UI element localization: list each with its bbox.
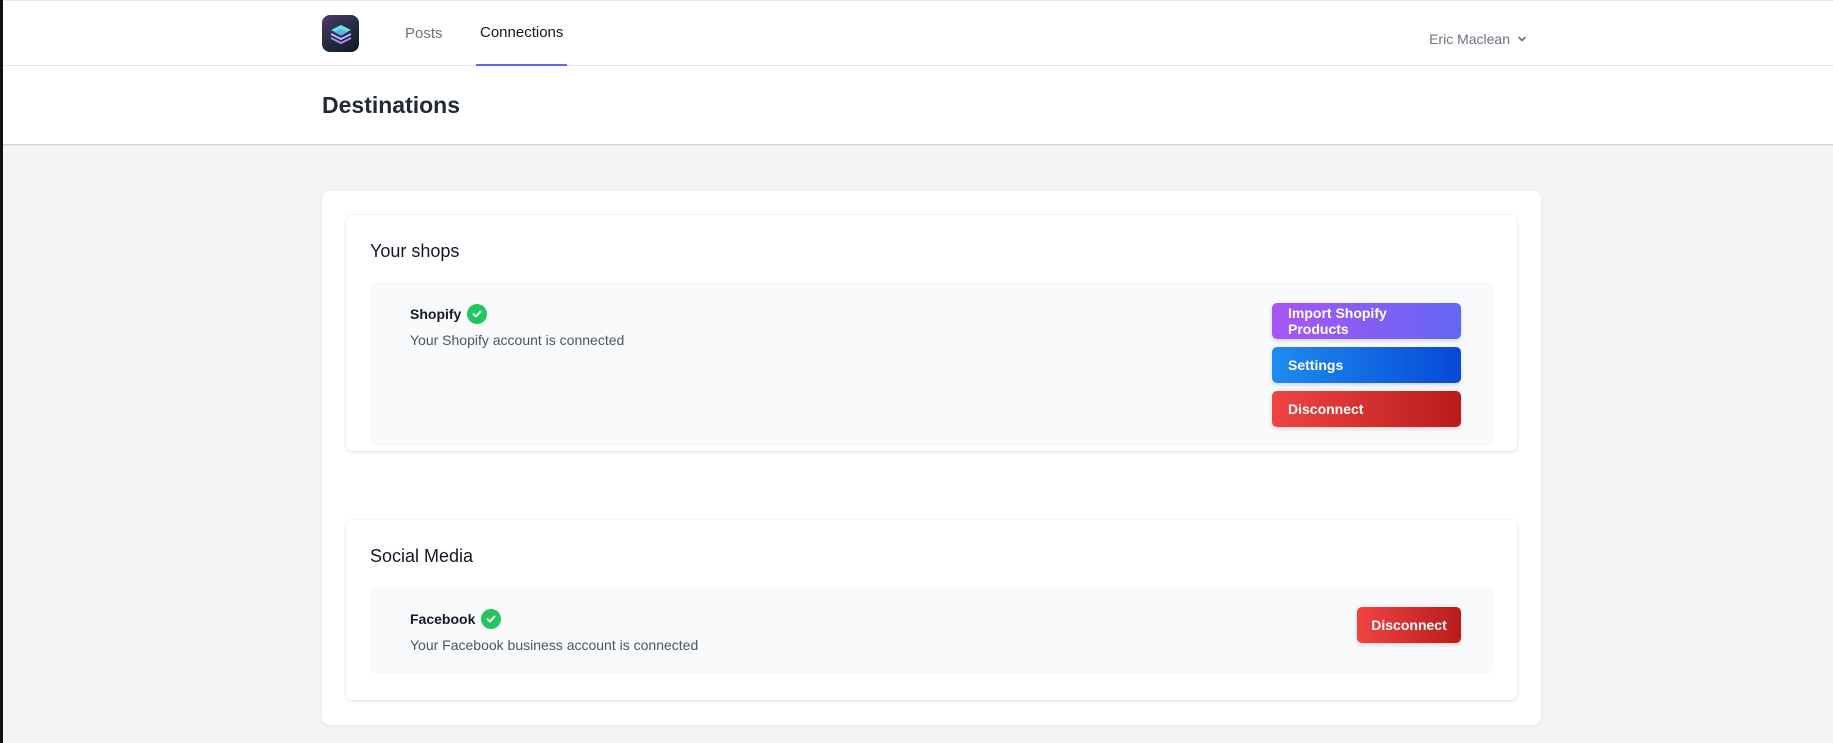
check-circle-icon [467, 304, 488, 324]
top-navigation: Posts Connections Eric Maclean [3, 0, 1833, 66]
tab-posts-label: Posts [405, 25, 443, 42]
page-title: Destinations [322, 92, 461, 118]
shopify-connection-row: Shopify Your Shopify account is connecte… [370, 282, 1493, 446]
user-name: Eric Maclean [1429, 31, 1510, 47]
shopify-name-label: Shopify [410, 306, 462, 322]
tab-posts[interactable]: Posts [401, 1, 447, 66]
import-shopify-products-button[interactable]: Import Shopify Products [1272, 303, 1461, 339]
shops-section-title: Your shops [370, 241, 460, 261]
social-media-section: Social Media Facebook Your Facebook busi… [346, 520, 1517, 700]
tab-connections-label: Connections [480, 24, 564, 41]
facebook-status-text: Your Facebook business account is connec… [410, 637, 699, 653]
shopify-name: Shopify [410, 304, 488, 324]
page-header: Destinations [3, 66, 1833, 145]
layers-logo-icon [330, 24, 351, 44]
shops-section: Your shops Shopify Your Shopify account … [346, 215, 1517, 451]
check-circle-icon [481, 609, 502, 629]
user-menu[interactable]: Eric Maclean [1429, 31, 1528, 47]
shopify-status-text: Your Shopify account is connected [410, 332, 625, 348]
shopify-settings-button[interactable]: Settings [1272, 347, 1461, 383]
chevron-down-icon [1518, 36, 1526, 42]
app-logo[interactable] [322, 15, 359, 52]
shopify-disconnect-button[interactable]: Disconnect [1272, 391, 1461, 427]
facebook-disconnect-button[interactable]: Disconnect [1357, 607, 1461, 643]
destinations-card: Your shops Shopify Your Shopify account … [322, 191, 1541, 725]
social-media-section-title: Social Media [370, 546, 474, 566]
facebook-connection-row: Facebook Your Facebook business account … [370, 587, 1493, 674]
tab-connections[interactable]: Connections [476, 1, 568, 66]
facebook-name-label: Facebook [410, 611, 476, 627]
facebook-name: Facebook [410, 609, 502, 629]
